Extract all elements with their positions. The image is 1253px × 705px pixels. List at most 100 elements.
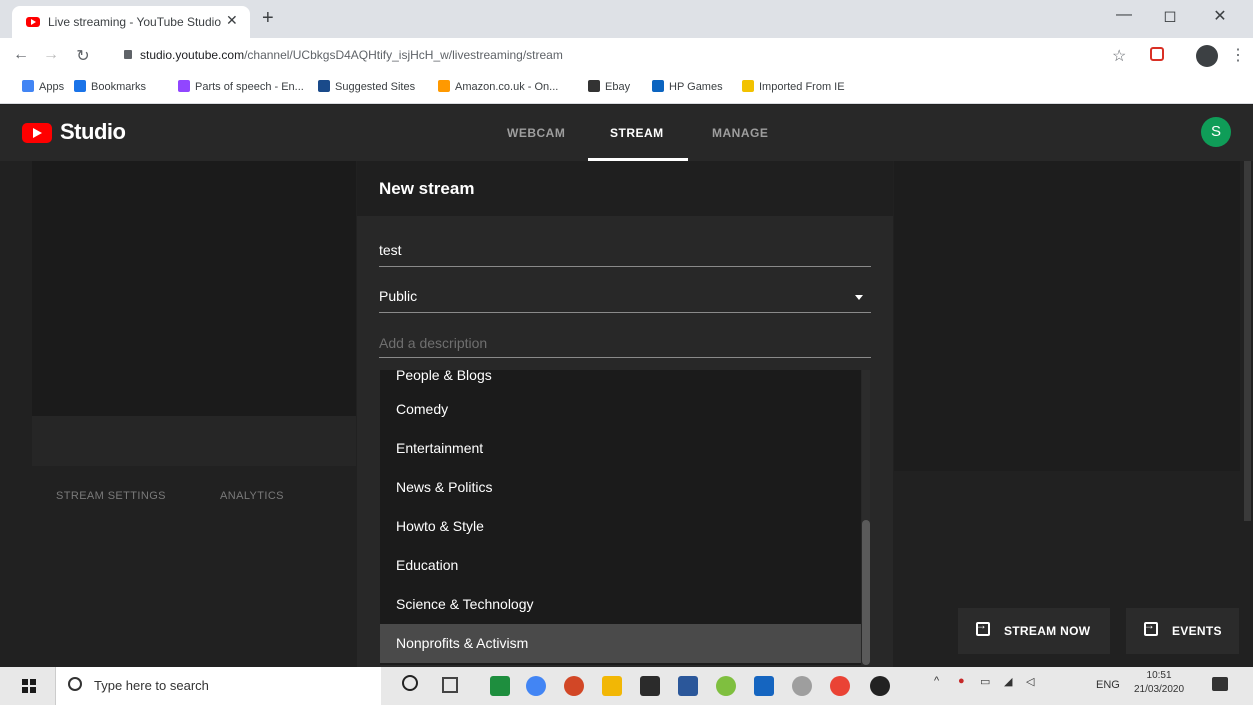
category-option-education[interactable]: Education: [380, 546, 861, 585]
tab-stream[interactable]: STREAM: [610, 126, 664, 140]
excel-icon[interactable]: [490, 676, 510, 696]
category-option-science-technology[interactable]: Science & Technology: [380, 585, 861, 624]
language-indicator[interactable]: ENG: [1096, 679, 1120, 691]
right-panel: [894, 161, 1240, 471]
bookmark-favicon-icon: [588, 80, 600, 92]
stream-now-button[interactable]: STREAM NOW: [958, 608, 1110, 654]
forward-icon[interactable]: →: [42, 46, 60, 64]
dialog-title: New stream: [379, 179, 475, 198]
dropdown-scrollbar-thumb[interactable]: [862, 520, 870, 665]
events-icon: [1143, 618, 1158, 636]
address-bar[interactable]: studio.youtube.com/channel/UCbkgsD4AQHti…: [110, 42, 1110, 70]
title-field[interactable]: test: [379, 239, 871, 267]
mail-icon[interactable]: [754, 676, 774, 696]
powerpoint-icon[interactable]: [564, 676, 584, 696]
tray-chevron-icon[interactable]: ^: [934, 675, 939, 687]
cortana-icon[interactable]: [402, 675, 418, 691]
task-view-icon[interactable]: [442, 677, 458, 693]
bookmark-item[interactable]: Imported From IE: [742, 80, 845, 93]
close-window-button[interactable]: ✕: [1200, 6, 1240, 26]
category-option-news-politics[interactable]: News & Politics: [380, 468, 861, 507]
app-icon-3[interactable]: [870, 676, 890, 696]
app-icon-2[interactable]: [792, 676, 812, 696]
category-option-comedy[interactable]: Comedy: [380, 390, 861, 429]
clock-date: 21/03/2020: [1134, 684, 1185, 695]
extension-icon[interactable]: [1150, 47, 1164, 61]
lock-icon: [124, 50, 132, 59]
bookmark-item[interactable]: Amazon.co.uk - On...: [438, 80, 558, 93]
bookmark-favicon-icon: [652, 80, 664, 92]
volume-icon[interactable]: ◁: [1026, 675, 1034, 688]
visibility-select[interactable]: Public: [379, 285, 871, 313]
search-icon: [68, 677, 82, 691]
account-avatar[interactable]: S: [1201, 117, 1231, 147]
youtube-logo-icon[interactable]: [22, 123, 52, 143]
category-option-entertainment[interactable]: Entertainment: [380, 429, 861, 468]
events-button[interactable]: EVENTS: [1126, 608, 1239, 654]
category-dropdown[interactable]: People & Blogs Comedy Entertainment News…: [380, 370, 861, 665]
tab-webcam[interactable]: WEBCAM: [507, 126, 565, 140]
url-path: /channel/UCbkgsD4AQHtify_isjHcH_w/livest…: [244, 48, 563, 62]
chrome-icon[interactable]: [526, 676, 546, 696]
bookmark-item[interactable]: Ebay: [588, 80, 630, 93]
taskbar-clock[interactable]: 10:51 21/03/2020: [1134, 669, 1184, 697]
bookmark-label: Parts of speech - En...: [195, 81, 304, 93]
studio-brand[interactable]: Studio: [60, 119, 126, 145]
stream-now-icon: [975, 618, 990, 636]
battery-icon[interactable]: ▭: [980, 675, 990, 688]
category-option-label: Comedy: [396, 401, 449, 417]
bookmark-item[interactable]: Bookmarks: [74, 80, 146, 93]
reload-icon[interactable]: ↻: [74, 46, 92, 66]
new-tab-button[interactable]: +: [262, 8, 274, 28]
category-option-label: Entertainment: [396, 440, 484, 456]
youtube-favicon-icon: [26, 17, 40, 27]
tab-close-icon[interactable]: ✕: [226, 12, 238, 29]
category-option-label: Science & Technology: [396, 596, 534, 612]
page-scrollbar[interactable]: [1244, 161, 1251, 521]
notifications-icon[interactable]: [1212, 677, 1228, 691]
taskbar-search[interactable]: Type here to search: [55, 667, 381, 705]
category-option-label: News & Politics: [396, 479, 493, 495]
category-option-howto-style[interactable]: Howto & Style: [380, 507, 861, 546]
bookmark-label: HP Games: [669, 81, 723, 93]
chrome-icon-2[interactable]: [830, 676, 850, 696]
browser-tab[interactable]: Live streaming - YouTube Studio ✕: [12, 6, 250, 38]
photos-icon[interactable]: [640, 676, 660, 696]
tab-stream-settings[interactable]: STREAM SETTINGS: [56, 490, 166, 502]
restore-button[interactable]: ◻: [1150, 6, 1190, 26]
browser-toolbar: ← → ↻ studio.youtube.com/channel/UCbkgsD…: [0, 38, 1253, 74]
category-option-label: People & Blogs: [396, 370, 492, 383]
profile-avatar[interactable]: [1196, 45, 1218, 67]
studio-header: Studio WEBCAM STREAM MANAGE: [0, 105, 1253, 161]
category-option-label: Howto & Style: [396, 518, 484, 534]
bookmark-item[interactable]: Apps: [22, 80, 64, 93]
bookmark-star-icon[interactable]: ☆: [1112, 46, 1126, 66]
app-icon[interactable]: [716, 676, 736, 696]
clock-time: 10:51: [1146, 670, 1172, 681]
category-option-nonprofits-activism[interactable]: Nonprofits & Activism: [380, 624, 861, 663]
menu-kebab-icon[interactable]: ⋮: [1230, 45, 1246, 65]
browser-tabstrip: Live streaming - YouTube Studio ✕ + — ◻ …: [0, 0, 1253, 38]
word-icon[interactable]: [678, 676, 698, 696]
minimize-button[interactable]: —: [1104, 6, 1144, 24]
bookmark-item[interactable]: Parts of speech - En...: [178, 80, 304, 93]
file-explorer-icon[interactable]: [602, 676, 622, 696]
bookmark-item[interactable]: Suggested Sites: [318, 80, 415, 93]
bookmark-label: Ebay: [605, 81, 631, 93]
tab-manage[interactable]: MANAGE: [712, 126, 768, 140]
back-icon[interactable]: ←: [12, 46, 30, 64]
bookmark-label: Suggested Sites: [335, 81, 416, 93]
dropdown-arrow-icon: [855, 295, 863, 300]
windows-start-icon[interactable]: [22, 679, 36, 693]
tab-analytics[interactable]: ANALYTICS: [220, 490, 284, 502]
bookmark-favicon-icon: [178, 80, 190, 92]
bookmark-favicon-icon: [74, 80, 86, 92]
bookmark-label: Amazon.co.uk - On...: [455, 81, 559, 93]
network-icon[interactable]: ◢: [1004, 675, 1012, 688]
bookmark-item[interactable]: HP Games: [652, 80, 723, 93]
description-field[interactable]: Add a description: [379, 331, 871, 358]
bookmarks-bar: Apps Bookmarks Parts of speech - En... Sugg…: [0, 74, 1253, 104]
tray-app-icon[interactable]: ●: [958, 675, 965, 687]
category-option-label: Nonprofits & Activism: [396, 635, 529, 651]
bookmark-favicon-icon: [438, 80, 450, 92]
